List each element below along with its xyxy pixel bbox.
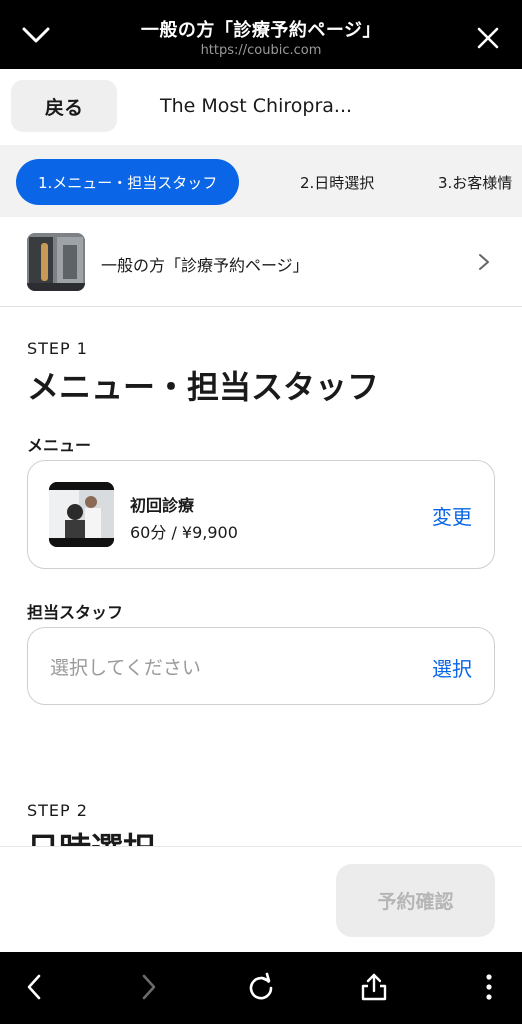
forward-arrow-icon[interactable]	[133, 972, 163, 1002]
booking-page-label: 一般の方「診療予約ページ」	[101, 256, 309, 275]
step-2-title-container: 日時選択	[0, 820, 522, 846]
change-menu-link[interactable]: 変更	[432, 501, 472, 530]
browser-page-title: 一般の方「診療予約ページ」	[140, 20, 382, 41]
booking-page-thumbnail	[27, 233, 85, 291]
share-icon[interactable]	[359, 972, 389, 1002]
select-staff-link[interactable]: 選択	[432, 653, 472, 682]
step-2-label: STEP 2	[27, 801, 88, 820]
page-header: 戻る The Most Chiropra...	[0, 69, 522, 145]
tab-step-1[interactable]: 1.メニュー・担当スタッフ	[16, 159, 240, 205]
menu-field-label: メニュー	[27, 436, 92, 455]
browser-top-bar: 一般の方「診療予約ページ」 https://coubic.com	[0, 0, 522, 69]
tab-step-2[interactable]: 2.日時選択	[300, 159, 374, 205]
staff-field-label: 担当スタッフ	[27, 603, 124, 622]
reserve-confirm-button[interactable]: 予約確認	[336, 864, 495, 937]
step-2-title: 日時選択	[27, 824, 155, 846]
browser-url: https://coubic.com	[200, 43, 322, 58]
menu-name: 初回診療	[130, 496, 195, 515]
menu-price: 60分 / ¥9,900	[130, 523, 238, 542]
close-icon[interactable]	[476, 26, 500, 50]
chevron-right-icon	[479, 254, 489, 270]
back-arrow-icon[interactable]	[20, 972, 50, 1002]
browser-nav-bar	[0, 952, 522, 1024]
staff-placeholder: 選択してください	[50, 657, 201, 679]
menu-card[interactable]: 初回診療 60分 / ¥9,900 変更	[27, 460, 495, 569]
step-1-title: メニュー・担当スタッフ	[27, 368, 380, 406]
reload-icon[interactable]	[246, 972, 276, 1002]
tab-step-3[interactable]: 3.お客様情	[438, 159, 512, 205]
shop-name: The Most Chiropra...	[160, 95, 353, 117]
booking-page-link[interactable]: 一般の方「診療予約ページ」	[0, 217, 522, 307]
staff-select[interactable]: 選択してください 選択	[27, 627, 495, 705]
step-tabs: 1.メニュー・担当スタッフ 2.日時選択 3.お客様情	[0, 145, 522, 217]
back-button[interactable]: 戻る	[11, 80, 117, 132]
more-vertical-icon[interactable]	[474, 972, 504, 1002]
step-1-label: STEP 1	[27, 339, 88, 358]
action-bar: 予約確認	[0, 846, 522, 952]
menu-thumbnail	[49, 482, 114, 547]
